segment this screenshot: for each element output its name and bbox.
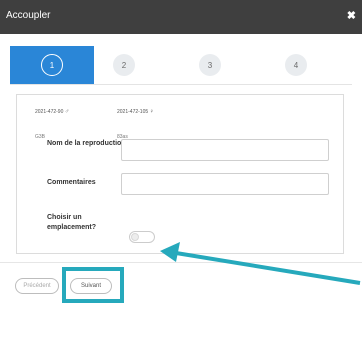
accoupler-dialog: Accoupler ✖ 1 2 3 4 2021-472-90 ♂ G3B 20… (0, 0, 362, 339)
annotation-arrow-icon (160, 242, 361, 285)
